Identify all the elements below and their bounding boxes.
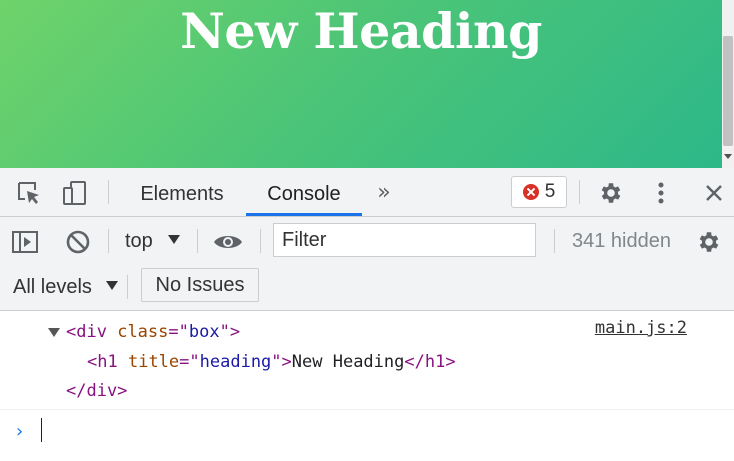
device-toolbar-icon[interactable] bbox=[60, 178, 90, 208]
page-viewport: New Heading bbox=[0, 0, 722, 168]
attr-value: heading bbox=[199, 352, 272, 372]
message-divider bbox=[0, 409, 734, 410]
tag-end: </h1> bbox=[404, 352, 456, 372]
toolbar-separator bbox=[260, 229, 261, 253]
log-levels-value: All levels bbox=[13, 276, 92, 298]
tag-close: "> bbox=[219, 322, 241, 342]
error-count: 5 bbox=[544, 181, 556, 202]
page-heading: New Heading bbox=[180, 2, 542, 60]
console-line-h1[interactable]: <h1 title="heading">New Heading</h1> bbox=[87, 348, 456, 376]
dropdown-arrow-icon bbox=[168, 235, 181, 245]
issues-button[interactable]: No Issues bbox=[141, 268, 259, 302]
active-tab-indicator bbox=[246, 213, 362, 216]
h1-text: New Heading bbox=[291, 352, 405, 372]
console-prompt-chevron-icon: › bbox=[14, 421, 25, 442]
console-settings-gear-icon[interactable] bbox=[694, 227, 724, 257]
inspect-element-icon[interactable] bbox=[14, 178, 44, 208]
console-toolbar: top 341 hidden bbox=[0, 217, 734, 265]
settings-gear-icon[interactable] bbox=[596, 178, 626, 208]
toolbar-separator bbox=[554, 229, 555, 253]
source-link[interactable]: main.js:2 bbox=[595, 318, 687, 338]
error-icon bbox=[522, 184, 539, 200]
tag-open: <div bbox=[66, 322, 107, 342]
attr-name: class bbox=[117, 322, 169, 342]
console-output: <div class="box"> main.js:2 <h1 title="h… bbox=[0, 311, 734, 461]
toolbar-separator bbox=[197, 229, 198, 253]
attr-eq: =" bbox=[179, 352, 200, 372]
dropdown-arrow-icon bbox=[106, 281, 119, 291]
attr-eq: =" bbox=[168, 322, 189, 342]
clear-console-icon[interactable] bbox=[63, 227, 93, 257]
filter-input[interactable] bbox=[273, 223, 536, 257]
context-select-value: top bbox=[125, 230, 153, 252]
console-input-caret[interactable] bbox=[41, 418, 42, 442]
live-expression-eye-icon[interactable] bbox=[212, 227, 244, 257]
tag-open: <h1 bbox=[87, 352, 118, 372]
more-options-kebab-icon[interactable] bbox=[648, 178, 674, 208]
tab-elements[interactable]: Elements bbox=[128, 168, 236, 216]
expand-triangle-icon[interactable] bbox=[48, 328, 60, 337]
more-tabs-double-chevron-icon[interactable]: » bbox=[372, 180, 396, 205]
console-line-close-div[interactable]: </div> bbox=[66, 377, 127, 405]
levels-bar: All levels No Issues bbox=[0, 265, 734, 311]
scroll-down-arrow-icon[interactable] bbox=[724, 154, 732, 159]
console-line-open-div[interactable]: <div class="box"> bbox=[66, 318, 240, 346]
show-sidebar-icon[interactable] bbox=[10, 227, 40, 257]
toolbar-separator bbox=[108, 180, 109, 204]
page-scrollbar[interactable] bbox=[722, 0, 734, 168]
hidden-messages-count: 341 hidden bbox=[572, 230, 671, 252]
log-levels-select[interactable]: All levels bbox=[13, 265, 119, 307]
attr-value: box bbox=[188, 322, 220, 342]
devtools-panel: Elements Console » 5 top Filter 341 hidd… bbox=[0, 168, 734, 461]
toolbar-separator bbox=[108, 229, 109, 253]
close-devtools-icon[interactable] bbox=[700, 178, 728, 208]
tag-close: "> bbox=[271, 352, 292, 372]
devtools-tabbar: Elements Console » 5 bbox=[0, 168, 734, 217]
scrollbar-thumb[interactable] bbox=[723, 36, 733, 146]
tab-console[interactable]: Console bbox=[246, 168, 362, 216]
toolbar-separator bbox=[127, 275, 128, 299]
attr-name: title bbox=[127, 352, 180, 372]
error-count-badge[interactable]: 5 bbox=[511, 176, 567, 208]
toolbar-separator bbox=[579, 180, 580, 204]
context-select[interactable]: top bbox=[125, 217, 181, 265]
